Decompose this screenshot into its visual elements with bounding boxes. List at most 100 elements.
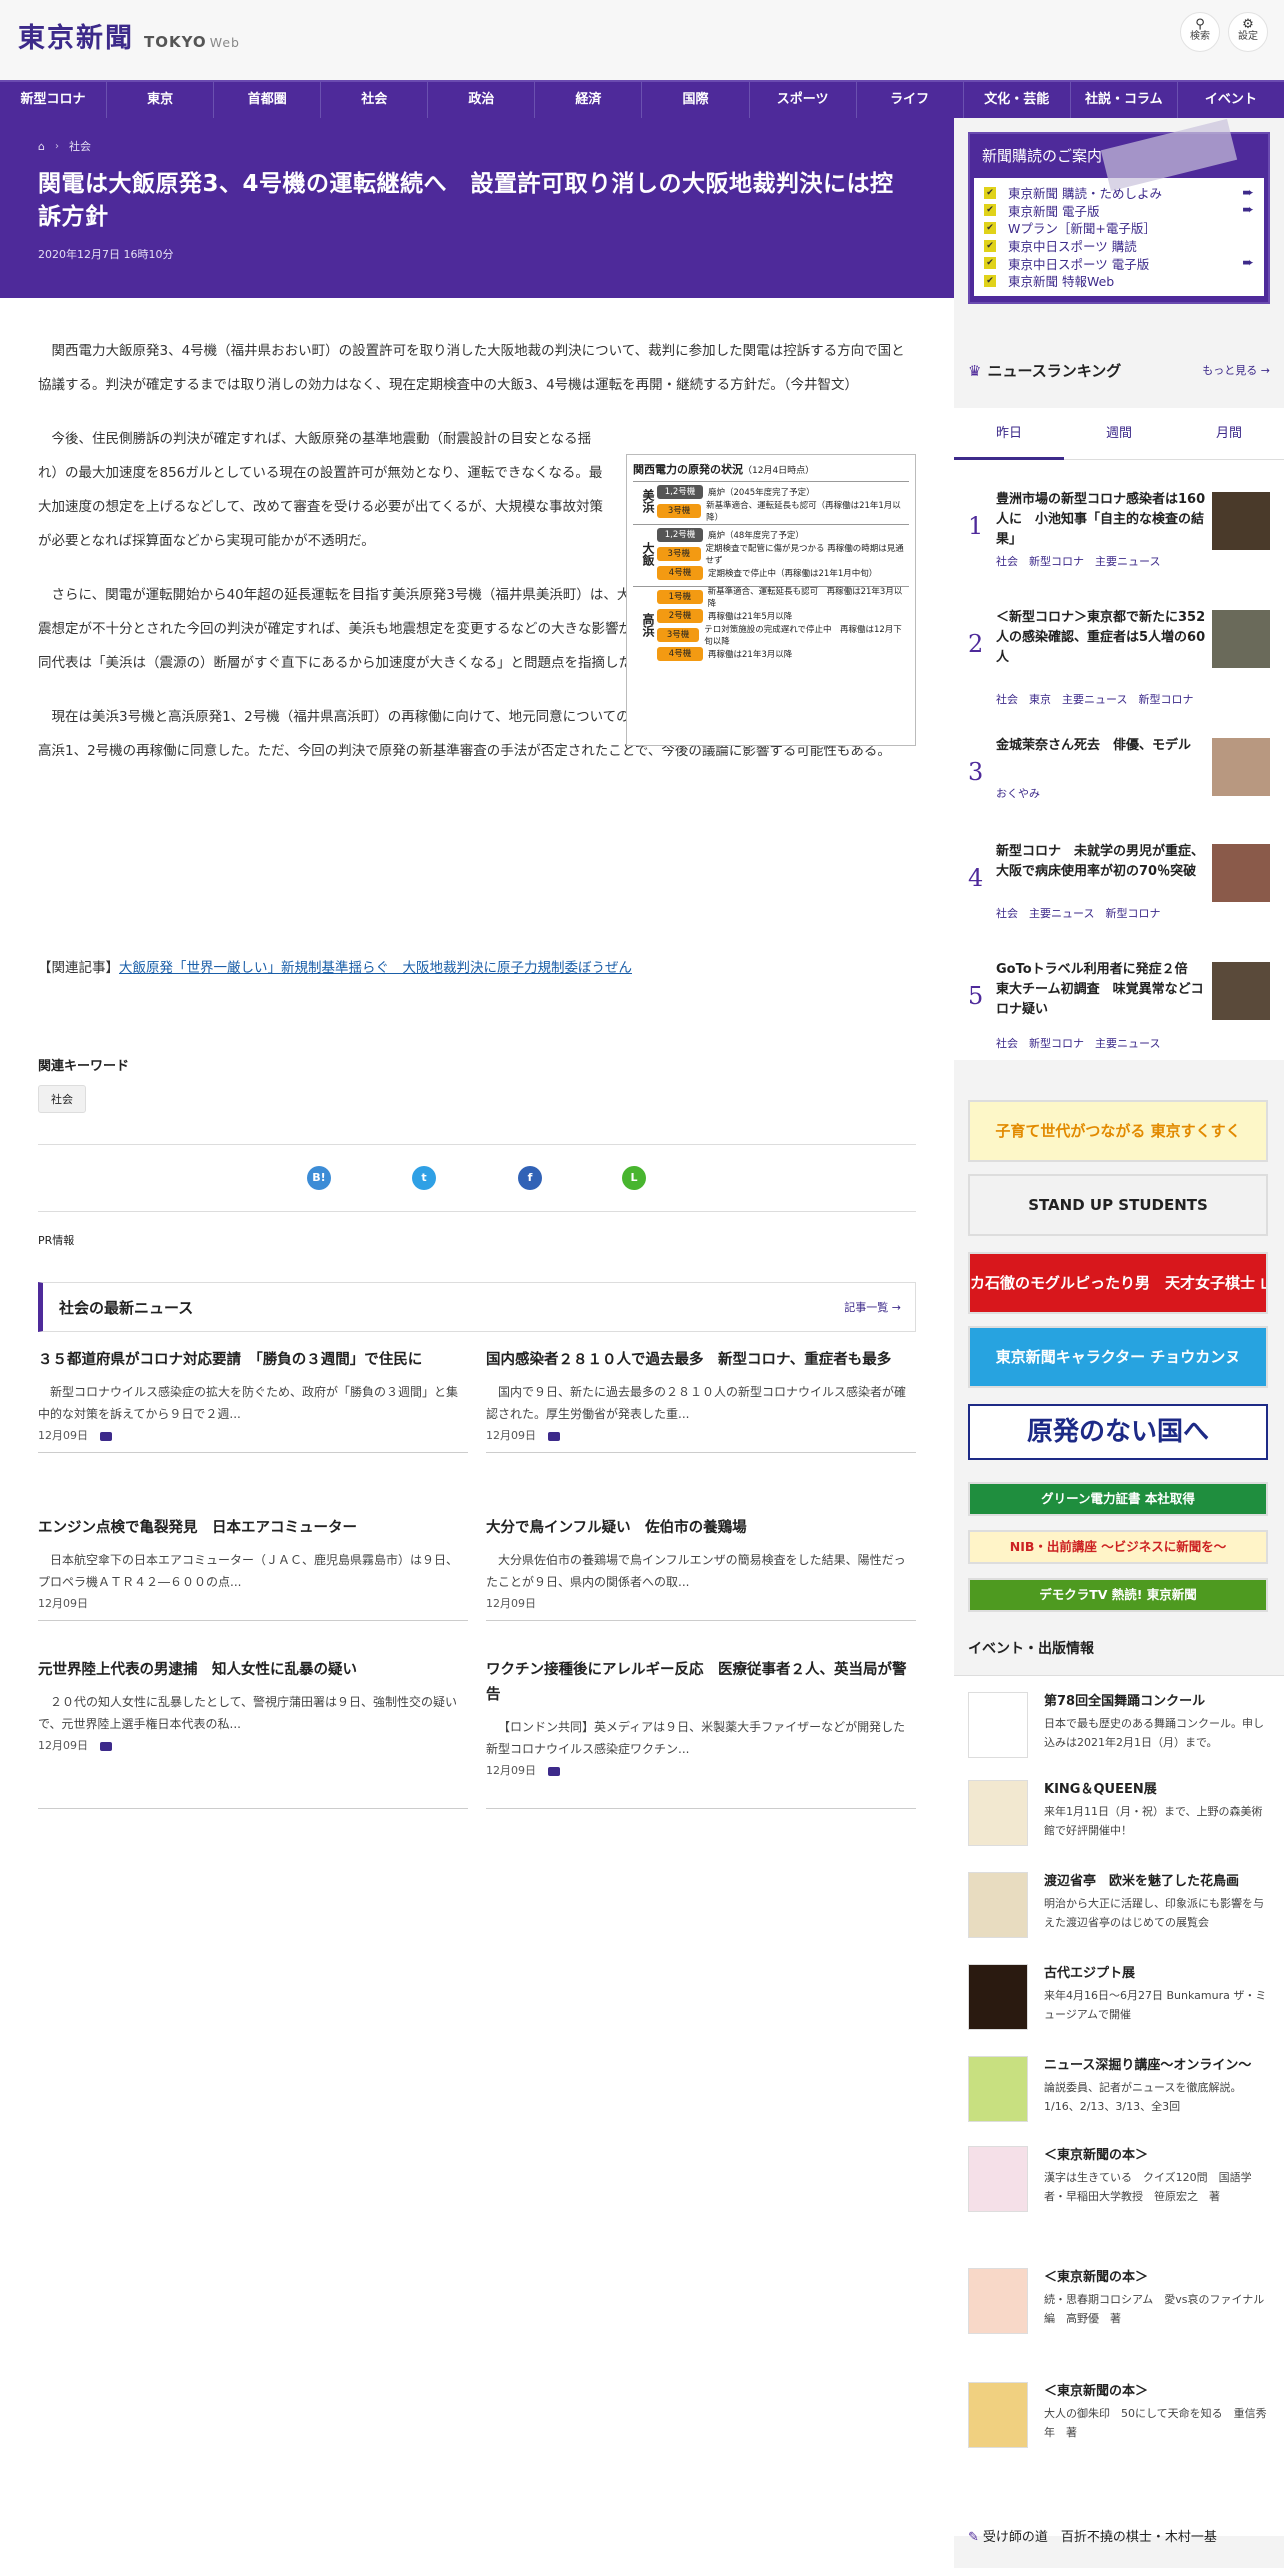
- breadcrumb-category[interactable]: 社会: [69, 138, 91, 154]
- ranking-item[interactable]: 2 ＜新型コロナ＞東京都で新たに352人の感染確認、重症者は5人増の60人 社会 東…: [968, 608, 1270, 708]
- keyword-tag[interactable]: 社会: [38, 1085, 86, 1113]
- green-power-banner[interactable]: グリーン電力証書 本社取得: [968, 1482, 1268, 1516]
- ranking-item[interactable]: 1 豊洲市場の新型コロナ感染者は160人に 小池知事「自主的な検査の結果」 社会 新…: [968, 490, 1270, 590]
- nav-item[interactable]: 新型コロナ: [0, 82, 108, 118]
- twitter-share-icon[interactable]: t: [412, 1166, 436, 1190]
- news-headline[interactable]: 元世界陸上代表の男逮捕 知人女性に乱暴の疑い: [38, 1658, 468, 1683]
- checkbox-icon: ✔: [984, 221, 996, 234]
- news-headline[interactable]: 大分で鳥インフル疑い 佐伯市の養鶏場: [486, 1516, 916, 1541]
- nav-item[interactable]: イベント: [1178, 82, 1284, 118]
- news-headline[interactable]: ワクチン接種後にアレルギー反応 医療従事者２人、英当局が警告: [486, 1658, 916, 1708]
- nav-item[interactable]: ライフ: [857, 82, 964, 118]
- event-image: [968, 1872, 1028, 1938]
- event-title[interactable]: ＜東京新聞の本＞: [1044, 2268, 1270, 2288]
- figure-unit: 4号機: [657, 565, 703, 580]
- sukusuku-banner[interactable]: 子育て世代がつながる 東京すくすく: [968, 1100, 1268, 1162]
- nav-item[interactable]: 国際: [642, 82, 750, 118]
- ranking-item[interactable]: 4 新型コロナ 未就学の男児が重症、大阪で病床使用率が初の70％突破 社会 主要ニュ…: [968, 842, 1270, 942]
- event-item[interactable]: 古代エジプト展来年4月16日～6月27日 Bunkamura ザ・ミュージアムで…: [968, 1964, 1268, 2044]
- news-card[interactable]: ３５都道府県がコロナ対応要請 「勝負の３週間」で住民に 新型コロナウイルス感染症の…: [38, 1348, 468, 1453]
- line-share-icon[interactable]: L: [622, 1166, 646, 1190]
- figure-status: 定期検査で停止中（再稼働は21年1月中旬）: [708, 568, 878, 579]
- hatena-share-icon[interactable]: B!: [307, 1166, 331, 1190]
- event-image: [968, 1692, 1028, 1758]
- ranking-item[interactable]: 5 GoToトラベル利用者に発症２倍 東大チーム初調査 味覚異常などコロナ疑い 社会…: [968, 960, 1270, 1060]
- subscription-item[interactable]: ✔ 東京中日スポーツ 電子版 ➨: [984, 254, 1254, 272]
- related-article-link[interactable]: 大飯原発「世界一厳しい」新規制基準揺らぐ 大阪地裁判決に原子力規制委ぼうぜん: [119, 960, 632, 976]
- news-headline[interactable]: ３５都道府県がコロナ対応要請 「勝負の３週間」で住民に: [38, 1348, 468, 1373]
- subscription-item[interactable]: ✔ 東京中日スポーツ 購読: [984, 237, 1254, 255]
- event-item[interactable]: KING＆QUEEN展 来年1月11日（月・祝）まで、上野の森美術館で好評開催中！: [968, 1780, 1268, 1860]
- search-button[interactable]: ⚲ 検索: [1180, 12, 1220, 52]
- subscription-item[interactable]: ✔ Wプラン［新聞+電子版］: [984, 219, 1254, 237]
- ranking-headline[interactable]: 豊洲市場の新型コロナ感染者は160人に 小池知事「自主的な検査の結果」: [996, 490, 1206, 550]
- yamasaki-banner[interactable]: カ石徹のモグルピったり男 天才女子棋士 山崎 照朝: [968, 1252, 1268, 1314]
- ranking-item[interactable]: 3 金城茉奈さん死去 俳優、モデル おくやみ: [968, 736, 1270, 836]
- divider: [38, 1211, 916, 1212]
- news-date: 12月09日: [38, 1737, 468, 1753]
- home-icon[interactable]: ⌂: [38, 140, 45, 153]
- nav-item[interactable]: 経済: [535, 82, 643, 118]
- news-date: 12月09日: [38, 1595, 468, 1611]
- nuclear-status-figure[interactable]: 関西電力の原発の状況（12月4日時点） 美浜 1,2号機 廃炉（2045年度完了予定…: [626, 454, 916, 746]
- nib-banner[interactable]: NIB・出前講座 〜ビジネスに新聞を〜: [968, 1530, 1268, 1564]
- news-headline[interactable]: 国内感染者２８１０人で過去最多 新型コロナ、重症者も最多: [486, 1348, 916, 1373]
- ranking-tags: 社会 東京 主要ニュース 新型コロナ: [996, 693, 1194, 706]
- event-item[interactable]: 渡辺省亭 欧米を魅了した花鳥画 明治から大正に活躍し、印象派にも影響を与えた渡辺省…: [968, 1872, 1268, 1952]
- facebook-share-icon[interactable]: f: [518, 1166, 542, 1190]
- camera-icon: [100, 1741, 112, 1751]
- ranking-headline[interactable]: 新型コロナ 未就学の男児が重症、大阪で病床使用率が初の70％突破: [996, 842, 1206, 882]
- democra-tv-banner[interactable]: デモクラTV 熱読! 東京新聞: [968, 1578, 1268, 1612]
- ranking-tab[interactable]: 昨日: [954, 408, 1064, 460]
- news-card[interactable]: 大分で鳥インフル疑い 佐伯市の養鶏場 大分県佐伯市の養鶏場で鳥インフルエンザの簡易…: [486, 1516, 916, 1621]
- subscription-item[interactable]: ✔ 東京新聞 特報Web: [984, 272, 1254, 290]
- event-description: 来年4月16日～6月27日 Bunkamura ザ・ミュージアムで開催: [1044, 1989, 1267, 2021]
- figure-group: 高浜 1号機 新基準適合、運転延長も認可 再稼働は21年3月以降 2号機 再稼働は21年…: [633, 586, 909, 663]
- ranking-headline[interactable]: ＜新型コロナ＞東京都で新たに352人の感染確認、重症者は5人増の60人: [996, 608, 1206, 668]
- events-list: 第78回全国舞踊コンクール日本で最も歴史のある舞踊コンクール。申し込みは2021…: [954, 1676, 1284, 2536]
- ranking-tab[interactable]: 週間: [1064, 408, 1174, 460]
- news-card[interactable]: 国内感染者２８１０人で過去最多 新型コロナ、重症者も最多 国内で９日、新たに過去最…: [486, 1348, 916, 1453]
- event-title[interactable]: 第78回全国舞踊コンクール: [1044, 1692, 1270, 1712]
- news-headline[interactable]: エンジン点検で亀裂発見 日本エアコミューター: [38, 1516, 468, 1541]
- event-title[interactable]: KING＆QUEEN展: [1044, 1780, 1270, 1800]
- news-card[interactable]: ワクチン接種後にアレルギー反応 医療従事者２人、英当局が警告 【ロンドン共同】英メ…: [486, 1658, 916, 1809]
- event-title[interactable]: ＜東京新聞の本＞: [1044, 2382, 1270, 2402]
- event-item[interactable]: ＜東京新聞の本＞ 続・思春期コロシアム 愛vs哀のファイナル編 高野優 著: [968, 2268, 1268, 2348]
- subscription-item[interactable]: ✔ 東京新聞 電子版 ➨: [984, 202, 1254, 220]
- event-title[interactable]: ニュース深掘り講座～オンライン～: [1044, 2056, 1270, 2076]
- ranking-more-link[interactable]: もっと見る →: [1202, 362, 1270, 378]
- ranking-more-label: もっと見る: [1202, 364, 1258, 377]
- event-description: 日本で最も歴史のある舞踊コンクール。申し込みは2021年2月1日（月）まで。: [1044, 1717, 1264, 1749]
- event-item[interactable]: ＜東京新聞の本＞ 漢字は生きている クイズ120問 国語学者・早稲田大学教授 笹原…: [968, 2146, 1268, 2226]
- nav-item[interactable]: 政治: [428, 82, 536, 118]
- chokanu-banner[interactable]: 東京新聞キャラクター チョウカンヌ: [968, 1326, 1268, 1388]
- settings-button[interactable]: ⚙ 設定: [1228, 12, 1268, 52]
- logo-en: TOKYO Web: [144, 33, 240, 51]
- standup-students-banner[interactable]: STAND UP STUDENTS: [968, 1174, 1268, 1236]
- nav-item[interactable]: 文化・芸能: [964, 82, 1071, 118]
- news-card[interactable]: エンジン点検で亀裂発見 日本エアコミューター 日本航空傘下の日本エアコミューター（…: [38, 1516, 468, 1621]
- event-item[interactable]: ニュース深掘り講座～オンライン～ 論説委員、記者がニュースを徹底解説。1/16、2…: [968, 2056, 1268, 2136]
- ranking-headline[interactable]: GoToトラベル利用者に発症２倍 東大チーム初調査 味覚異常などコロナ疑い: [996, 960, 1206, 1020]
- event-title[interactable]: 渡辺省亭 欧米を魅了した花鳥画: [1044, 1872, 1270, 1892]
- divider: [38, 1808, 468, 1809]
- news-date: 12月09日: [486, 1427, 916, 1443]
- event-title[interactable]: ＜東京新聞の本＞: [1044, 2146, 1270, 2166]
- nav-item[interactable]: 東京: [107, 82, 215, 118]
- genpatsu-banner[interactable]: 原発のない国へ: [968, 1404, 1268, 1460]
- ranking-headline[interactable]: 金城茉奈さん死去 俳優、モデル: [996, 736, 1206, 756]
- nav-item[interactable]: 社会: [321, 82, 429, 118]
- nav-item[interactable]: 社説・コラム: [1071, 82, 1178, 118]
- event-item[interactable]: 第78回全国舞踊コンクール日本で最も歴史のある舞踊コンクール。申し込みは2021…: [968, 1692, 1268, 1772]
- nav-item[interactable]: スポーツ: [750, 82, 857, 118]
- nav-item[interactable]: 首都圏: [214, 82, 322, 118]
- column-link[interactable]: ✎ 受け師の道 百折不撓の棋士・木村一基: [968, 2526, 1217, 2545]
- article-list-link[interactable]: 記事一覧 →: [844, 1299, 901, 1315]
- news-card[interactable]: 元世界陸上代表の男逮捕 知人女性に乱暴の疑い ２０代の知人女性に乱暴したとして、警…: [38, 1658, 468, 1809]
- event-title[interactable]: 古代エジプト展: [1044, 1964, 1270, 1984]
- ranking-tab[interactable]: 月間: [1174, 408, 1284, 460]
- ranking-thumbnail: [1212, 962, 1270, 1020]
- site-logo[interactable]: 東京新聞 TOKYO Web: [18, 16, 240, 55]
- event-item[interactable]: ＜東京新聞の本＞ 大人の御朱印 50にして天命を知る 重信秀年 著: [968, 2382, 1268, 2462]
